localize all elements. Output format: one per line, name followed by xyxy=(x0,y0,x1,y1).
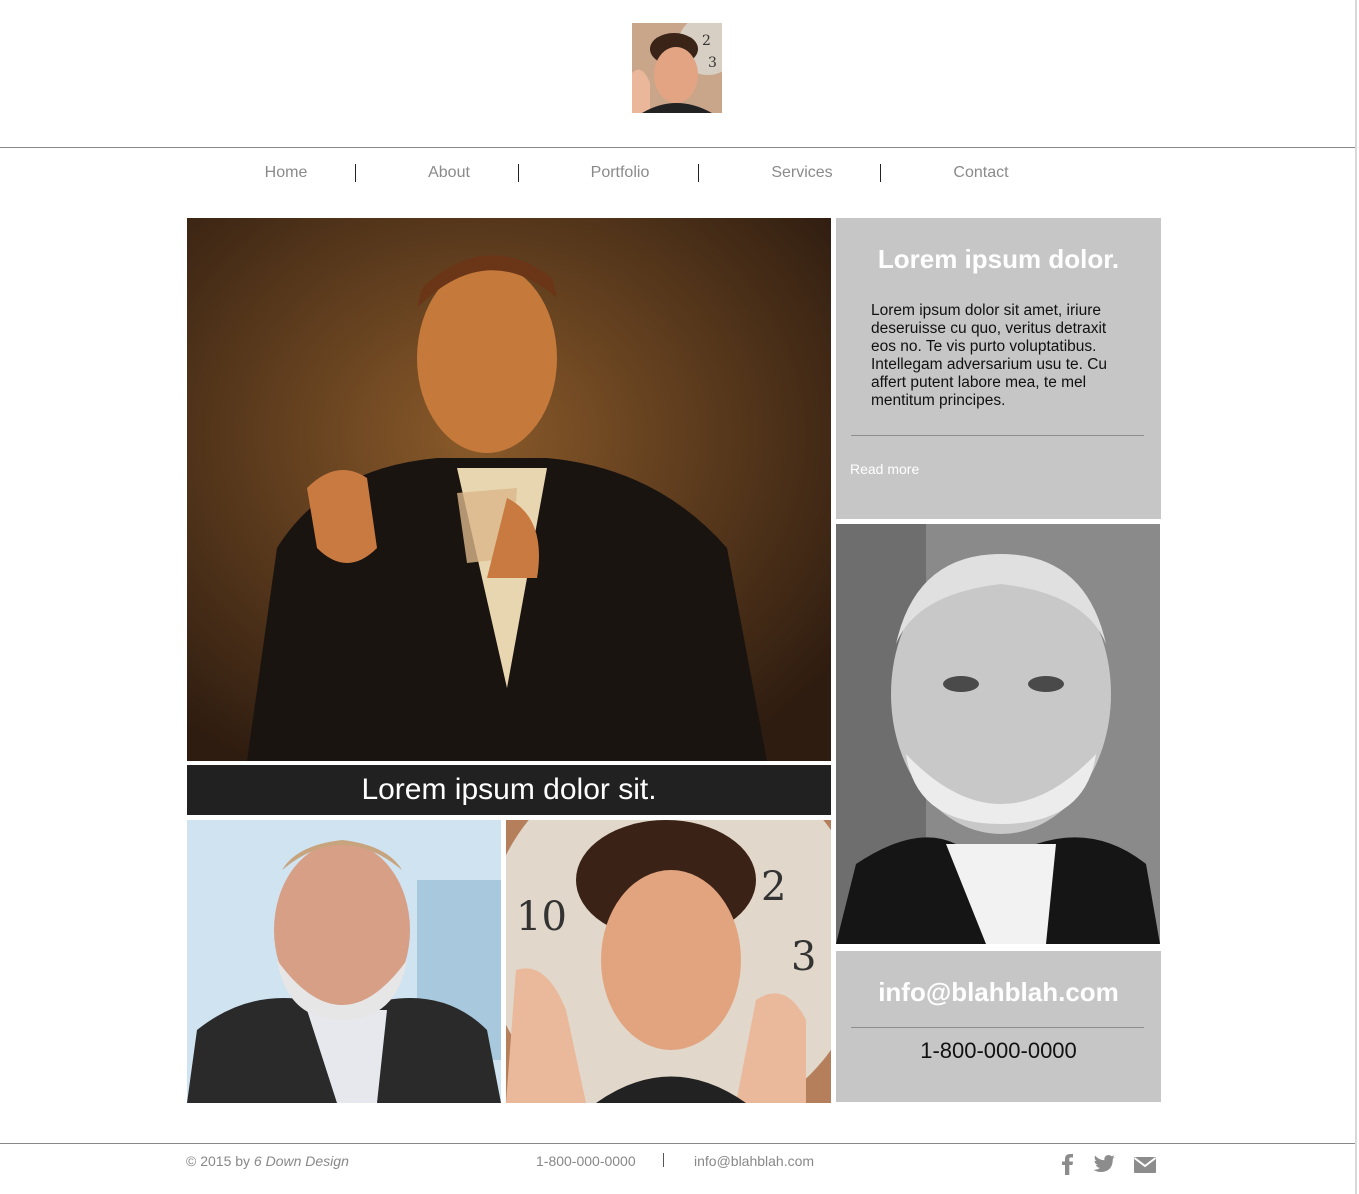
portrait-logo-icon[interactable]: 2 3 xyxy=(632,23,722,113)
nav-contact[interactable]: Contact xyxy=(945,163,1017,183)
facebook-icon[interactable] xyxy=(1057,1153,1079,1175)
svg-text:3: 3 xyxy=(708,55,717,71)
svg-text:10: 10 xyxy=(516,894,567,940)
portrait-clock-photo[interactable]: 10 2 3 4 xyxy=(506,820,831,1103)
nav-divider xyxy=(698,164,699,182)
nav-portfolio[interactable]: Portfolio xyxy=(580,163,660,183)
twitter-icon[interactable] xyxy=(1092,1153,1116,1175)
nav-divider xyxy=(355,164,356,182)
nav-about[interactable]: About xyxy=(419,163,479,183)
footer-copyright: © 2015 by 6 Down Design xyxy=(186,1153,349,1169)
svg-text:2: 2 xyxy=(761,864,786,910)
portrait-toast-photo[interactable] xyxy=(187,218,831,761)
footer-divider xyxy=(0,1143,1355,1144)
contact-phone: 1-800-000-0000 xyxy=(920,1038,1077,1063)
photo-caption: Lorem ipsum dolor sit. xyxy=(187,765,831,815)
feature-body: Lorem ipsum dolor sit amet, iriure deser… xyxy=(871,302,1108,409)
contact-panel: info@blahblah.com 1-800-000-0000 xyxy=(836,951,1161,1102)
feature-title: Lorem ipsum dolor. xyxy=(877,244,1120,274)
footer-phone: 1-800-000-0000 xyxy=(536,1153,636,1169)
read-more-link[interactable]: Read more xyxy=(850,461,919,477)
feature-divider xyxy=(851,435,1144,436)
header-divider xyxy=(0,147,1355,148)
portrait-bearded-photo[interactable] xyxy=(187,820,501,1103)
page-edge xyxy=(1355,0,1357,1194)
feature-panel: Lorem ipsum dolor. Lorem ipsum dolor sit… xyxy=(836,218,1161,519)
contact-email[interactable]: info@blahblah.com xyxy=(836,977,1161,1008)
copyright-text: © 2015 by xyxy=(186,1153,254,1169)
portrait-bw-photo[interactable] xyxy=(836,524,1160,944)
contact-divider xyxy=(851,1027,1144,1028)
mail-icon[interactable] xyxy=(1133,1153,1157,1175)
footer-email[interactable]: info@blahblah.com xyxy=(694,1153,814,1169)
nav-divider xyxy=(518,164,519,182)
svg-text:3: 3 xyxy=(791,934,816,980)
svg-text:2: 2 xyxy=(702,33,711,49)
nav-home[interactable]: Home xyxy=(256,163,316,183)
nav-divider xyxy=(880,164,881,182)
nav-services[interactable]: Services xyxy=(762,163,842,183)
brand-link[interactable]: 6 Down Design xyxy=(254,1153,349,1169)
footer-separator xyxy=(663,1153,664,1167)
